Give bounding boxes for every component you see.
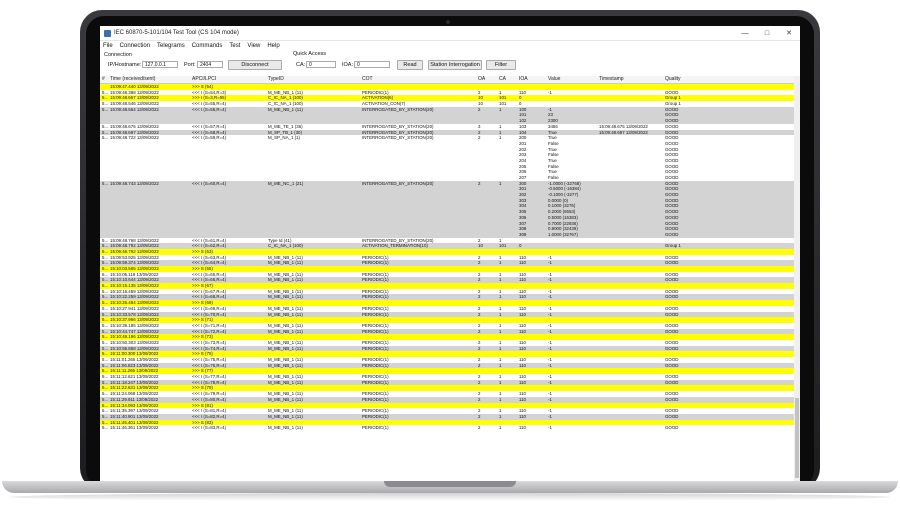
station-interrogation-button[interactable]: Station Interrogation bbox=[428, 60, 482, 70]
host-input[interactable]: 127.0.0.1 bbox=[142, 61, 178, 68]
menu-telegrams[interactable]: Telegrams bbox=[157, 43, 185, 49]
col-header-value[interactable]: Value bbox=[548, 76, 599, 83]
menu-help[interactable]: Help bbox=[267, 43, 279, 49]
cell-ca: 1 bbox=[499, 425, 502, 431]
laptop-notch bbox=[384, 481, 516, 487]
host-label: IP/Hostname: bbox=[108, 62, 142, 68]
col-header-index[interactable]: # bbox=[100, 76, 110, 83]
col-header-cot[interactable]: COT bbox=[362, 76, 478, 83]
ioa-input[interactable]: 0 bbox=[354, 61, 390, 68]
scrollbar-thumb[interactable] bbox=[795, 398, 799, 478]
toolbar: Connection IP/Hostname: 127.0.0.1 Port: … bbox=[100, 51, 800, 77]
col-header-timestamp[interactable]: Timestamp bbox=[599, 76, 665, 83]
menu-bar: File Connection Telegrams Commands Test … bbox=[100, 41, 800, 51]
cell-typeid: M_ME_NB_1 (11) bbox=[268, 425, 303, 431]
minimize-button[interactable]: — bbox=[734, 30, 756, 37]
read-button[interactable]: Read bbox=[397, 60, 423, 70]
col-header-quality[interactable]: Quality bbox=[665, 76, 725, 83]
ca-input[interactable]: 0 bbox=[306, 61, 336, 68]
cell-timestamp bbox=[599, 425, 665, 431]
ioa-label: IOA: bbox=[342, 62, 354, 68]
close-button[interactable]: ✕ bbox=[778, 29, 800, 37]
camera bbox=[446, 20, 450, 24]
window-title: IEC 60870-5-101/104 Test Tool (CS 104 mo… bbox=[114, 30, 239, 36]
menu-view[interactable]: View bbox=[247, 43, 260, 49]
cell-index: 5... bbox=[102, 425, 109, 431]
col-header-oa[interactable]: OA bbox=[478, 76, 499, 83]
menu-file[interactable]: File bbox=[103, 43, 113, 49]
col-header-typeid[interactable]: TypeID bbox=[268, 76, 362, 83]
table-row[interactable]: 5... 15:11:46.361 13/09/2022 <<< I (S=83,R… bbox=[100, 425, 800, 431]
title-bar: IEC 60870-5-101/104 Test Tool (CS 104 mo… bbox=[100, 26, 800, 41]
quick-access-section-label: Quick Access bbox=[293, 51, 327, 57]
app-icon bbox=[104, 29, 111, 37]
filter-button[interactable]: Filter bbox=[486, 60, 516, 70]
port-input[interactable]: 2404 bbox=[197, 61, 223, 68]
cell-quality: GOOD bbox=[665, 425, 679, 431]
cell-apci: <<< I (S=83,R=4) bbox=[192, 425, 227, 431]
ca-label: CA: bbox=[296, 62, 306, 68]
menu-connection[interactable]: Connection bbox=[120, 43, 150, 49]
maximize-button[interactable]: □ bbox=[756, 30, 778, 37]
menu-test[interactable]: Test bbox=[229, 43, 240, 49]
col-header-ioa[interactable]: IOA bbox=[519, 76, 548, 83]
col-header-ca[interactable]: CA bbox=[499, 76, 519, 83]
col-header-apci[interactable]: APCI/LPCI bbox=[192, 76, 268, 83]
cell-oa: 2 bbox=[478, 425, 481, 431]
col-header-time[interactable]: Time (received/sent) bbox=[110, 76, 192, 83]
laptop-shadow bbox=[10, 493, 890, 501]
cell-time: 15:11:46.361 13/09/2022 bbox=[110, 425, 159, 431]
cell-cot: PERIODIC(1) bbox=[362, 425, 389, 431]
grid-header: # Time (received/sent) APCI/LPCI TypeID … bbox=[100, 76, 800, 84]
app-window: IEC 60870-5-101/104 Test Tool (CS 104 mo… bbox=[100, 26, 800, 481]
menu-commands[interactable]: Commands bbox=[192, 43, 223, 49]
cell-value: -1 bbox=[548, 425, 552, 431]
grid-body: 15:09:47.440 13/09/2022 >>> S (54) 5... 15:… bbox=[100, 84, 800, 431]
disconnect-button[interactable]: Disconnect bbox=[228, 60, 282, 70]
port-label: Port: bbox=[184, 62, 196, 68]
cell-ioa: 110 bbox=[519, 425, 526, 431]
telegram-grid: # Time (received/sent) APCI/LPCI TypeID … bbox=[100, 76, 800, 481]
connection-section-label: Connection bbox=[104, 52, 132, 58]
